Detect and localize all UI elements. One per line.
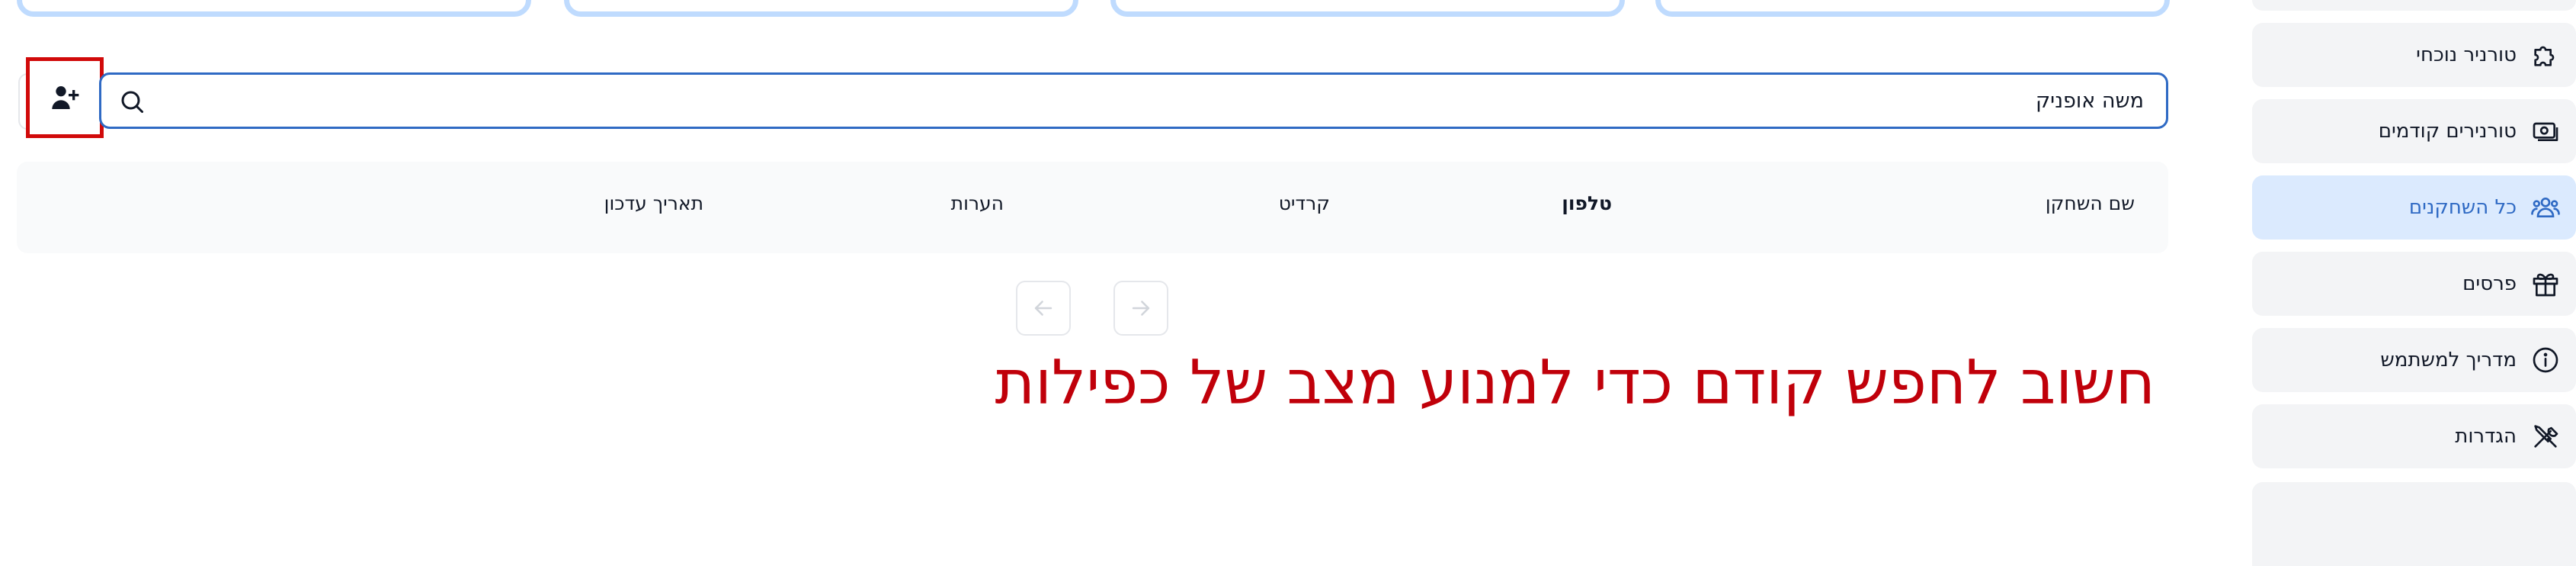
sidebar-item-user-guide[interactable]: מדריך למשתמש bbox=[2252, 328, 2576, 392]
summary-card bbox=[17, 0, 531, 17]
gift-icon bbox=[2529, 267, 2562, 301]
user-plus-icon bbox=[52, 86, 79, 109]
column-header-updated-date[interactable]: תאריך עדכון bbox=[604, 192, 703, 214]
summary-card bbox=[564, 0, 1078, 17]
pagination-prev-button[interactable] bbox=[1016, 281, 1071, 336]
info-icon bbox=[2529, 343, 2562, 377]
column-header-notes[interactable]: הערות bbox=[951, 192, 1004, 214]
sidebar: טורניר נוכחי טורנירים קודמים כל השחקנים … bbox=[2252, 0, 2576, 566]
users-icon bbox=[2529, 191, 2562, 224]
sidebar-item-current-tournament[interactable]: טורניר נוכחי bbox=[2252, 23, 2576, 87]
sidebar-item-prizes[interactable]: פרסים bbox=[2252, 252, 2576, 316]
sidebar-item-previous-tournaments[interactable]: טורנירים קודמים bbox=[2252, 99, 2576, 163]
sidebar-item-label: הגדרות bbox=[2455, 425, 2517, 448]
sidebar-item-label: פרסים bbox=[2462, 272, 2517, 295]
column-header-phone[interactable]: טלפון bbox=[1562, 192, 1612, 214]
arrow-left-icon bbox=[1034, 301, 1053, 316]
column-header-player-name[interactable]: שם השחקן bbox=[2046, 192, 2135, 214]
banknote-icon bbox=[2529, 114, 2562, 148]
pagination-next-button[interactable] bbox=[1113, 281, 1168, 336]
search-icon[interactable] bbox=[118, 88, 146, 115]
players-table-header: שם השחקן טלפון קרדיט הערות תאריך עדכון bbox=[17, 162, 2168, 253]
app-root: שם השחקן טלפון קרדיט הערות תאריך עדכון ח… bbox=[0, 0, 2576, 566]
sidebar-item-all-players[interactable]: כל השחקנים bbox=[2252, 175, 2576, 240]
arrow-right-icon bbox=[1132, 301, 1150, 316]
puzzle-icon bbox=[2529, 38, 2562, 72]
tools-icon bbox=[2529, 420, 2562, 453]
search-input[interactable] bbox=[170, 75, 2144, 127]
sidebar-item-label: כל השחקנים bbox=[2408, 196, 2517, 219]
sidebar-item-label: מדריך למשתמש bbox=[2380, 349, 2517, 371]
sidebar-top-item[interactable] bbox=[2252, 0, 2576, 11]
summary-card bbox=[1655, 0, 2170, 17]
sidebar-item-label: טורניר נוכחי bbox=[2416, 43, 2517, 66]
sidebar-item-settings[interactable]: הגדרות bbox=[2252, 404, 2576, 468]
column-header-credit[interactable]: קרדיט bbox=[1279, 192, 1330, 214]
sidebar-item-label: טורנירים קודמים bbox=[2378, 120, 2517, 143]
duplicate-warning-text: חשוב לחפש קודם כדי למנוע מצב של כפילות bbox=[995, 347, 2155, 418]
sidebar-bottom-panel bbox=[2252, 482, 2576, 566]
search-box bbox=[99, 72, 2168, 129]
summary-card bbox=[1110, 0, 1625, 17]
add-player-button[interactable] bbox=[26, 57, 104, 138]
